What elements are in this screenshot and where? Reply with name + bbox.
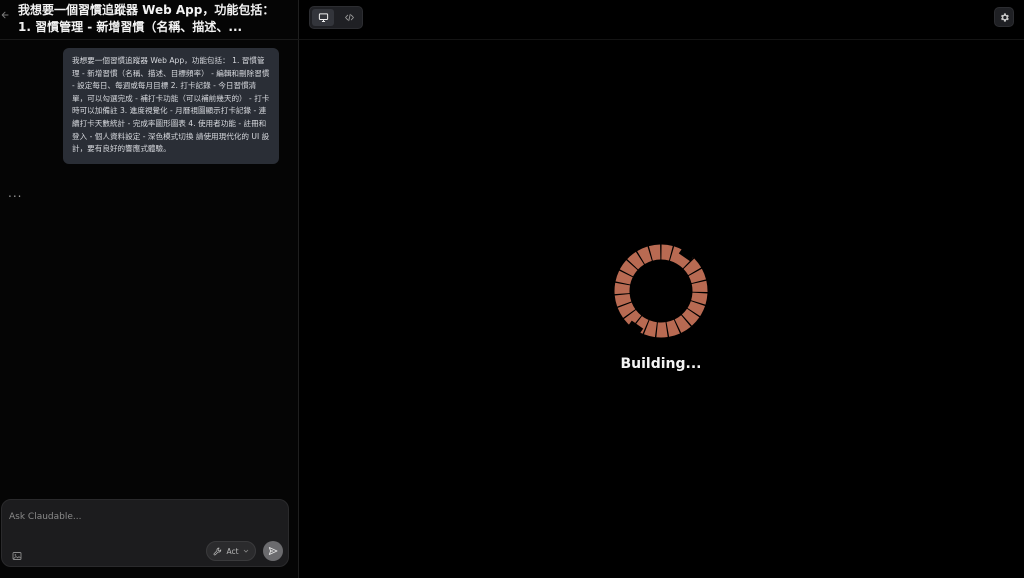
mode-label: Act bbox=[226, 546, 239, 556]
chat-input[interactable] bbox=[9, 509, 279, 525]
preview-header-divider bbox=[299, 39, 1024, 40]
send-icon bbox=[268, 547, 278, 555]
attach-image-button[interactable] bbox=[12, 546, 22, 560]
wrench-icon bbox=[214, 547, 222, 555]
arrow-left-icon bbox=[1, 11, 9, 19]
preview-view-button[interactable] bbox=[312, 9, 334, 26]
monitor-icon bbox=[318, 13, 328, 22]
image-icon bbox=[12, 552, 22, 560]
chat-composer: Act bbox=[1, 499, 289, 567]
gear-icon bbox=[1000, 12, 1009, 22]
app-window: 我想要一個習慣追蹤器 Web App，功能包括： 1. 習慣管理 - 新增習慣（… bbox=[0, 0, 1024, 578]
code-icon bbox=[344, 13, 354, 22]
user-message-bubble: 我想要一個習慣追蹤器 Web App，功能包括： 1. 習慣管理 - 新增習慣（… bbox=[63, 48, 279, 164]
chat-panel: 我想要一個習慣追蹤器 Web App，功能包括： 1. 習慣管理 - 新增習慣（… bbox=[0, 0, 299, 578]
send-button[interactable] bbox=[263, 541, 283, 561]
chevron-down-icon bbox=[243, 549, 248, 553]
typing-indicator: ... bbox=[8, 186, 23, 200]
view-toggle bbox=[309, 6, 363, 29]
settings-button[interactable] bbox=[994, 7, 1014, 27]
chat-title: 我想要一個習慣追蹤器 Web App，功能包括： 1. 習慣管理 - 新增習慣（… bbox=[18, 3, 275, 34]
header-divider bbox=[0, 39, 299, 40]
preview-panel: Building... bbox=[299, 0, 1024, 578]
back-button[interactable] bbox=[1, 10, 11, 24]
code-view-button[interactable] bbox=[338, 9, 360, 26]
build-status-text: Building... bbox=[620, 356, 702, 372]
mode-select-button[interactable]: Act bbox=[206, 541, 256, 561]
loading-spinner bbox=[610, 240, 712, 342]
spinner-ring-icon bbox=[614, 244, 708, 338]
